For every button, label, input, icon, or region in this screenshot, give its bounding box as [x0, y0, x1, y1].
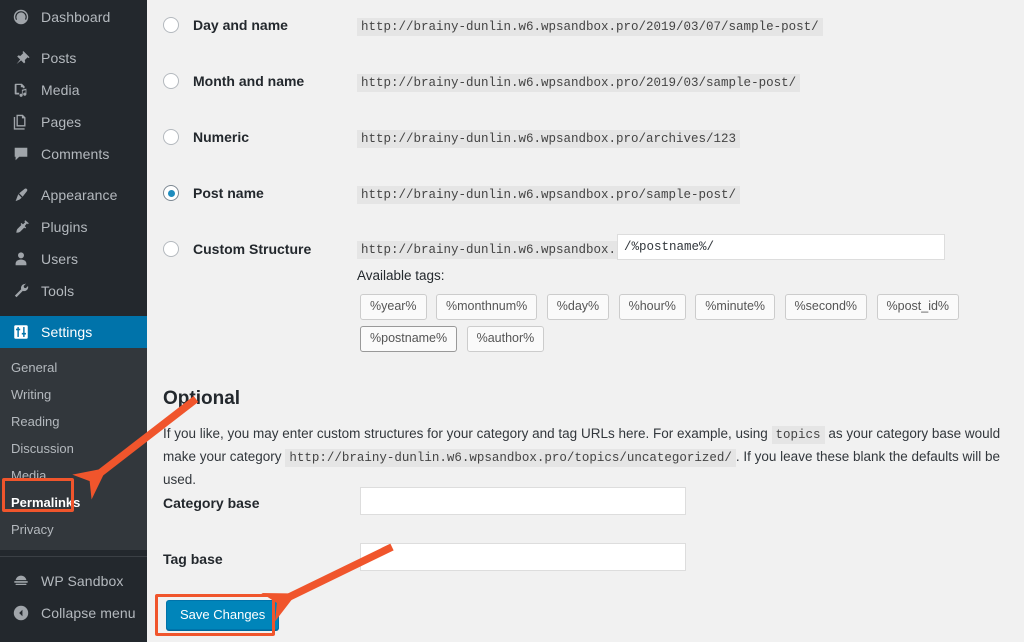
sidebar-divider — [0, 33, 147, 42]
sidebar-item-media[interactable]: Media — [0, 74, 147, 106]
pin-icon — [11, 48, 31, 68]
comment-icon — [11, 144, 31, 164]
sidebar-item-appearance[interactable]: Appearance — [0, 179, 147, 211]
settings-submenu: General Writing Reading Discussion Media… — [0, 348, 147, 550]
permalink-option-label: Day and name — [193, 17, 288, 33]
available-tags-label: Available tags: — [357, 268, 445, 283]
sidebar-subitem-discussion[interactable]: Discussion — [0, 435, 147, 462]
radio-post-name[interactable] — [163, 185, 179, 201]
sidebar-item-label: Settings — [41, 324, 93, 340]
radio-numeric[interactable] — [163, 129, 179, 145]
sidebar-item-label: Pages — [41, 114, 82, 130]
sidebar-subitem-writing[interactable]: Writing — [0, 381, 147, 408]
sidebar-item-label: Posts — [41, 50, 77, 66]
permalink-url-numeric: http://brainy-dunlin.w6.wpsandbox.pro/ar… — [357, 130, 741, 148]
sliders-icon — [11, 322, 31, 342]
sidebar-item-users[interactable]: Users — [0, 243, 147, 275]
tag-button-minute[interactable]: %minute% — [695, 294, 776, 320]
wordpress-admin-screen: Dashboard Posts Media Pages Comments App… — [0, 0, 1024, 642]
tag-button-monthnum[interactable]: %monthnum% — [436, 294, 538, 320]
sidebar-item-label: Collapse menu — [41, 605, 136, 621]
permalink-url-custom-structure-prefix: http://brainy-dunlin.w6.wpsandbox.pro — [357, 241, 643, 259]
sidebar-subitem-general[interactable]: General — [0, 354, 147, 381]
sidebar-item-wp-sandbox[interactable]: WP Sandbox — [0, 565, 147, 597]
sidebar-secondary-menu: WP Sandbox Collapse menu — [0, 556, 147, 629]
permalink-option-month-and-name[interactable]: Month and name — [163, 73, 304, 89]
sidebar-divider — [0, 170, 147, 179]
tag-button-post-id[interactable]: %post_id% — [876, 294, 960, 320]
code-example-url: http://brainy-dunlin.w6.wpsandbox.pro/to… — [285, 449, 736, 467]
page-icon — [11, 112, 31, 132]
optional-section-heading: Optional — [163, 388, 241, 409]
permalink-option-label: Custom Structure — [193, 241, 312, 257]
optional-text-part1: If you like, you may enter custom struct… — [163, 426, 768, 441]
custom-structure-input[interactable] — [617, 234, 945, 260]
sidebar-subitem-permalinks[interactable]: Permalinks — [0, 489, 147, 516]
paintbrush-icon — [11, 185, 31, 205]
sidebar-item-pages[interactable]: Pages — [0, 106, 147, 138]
sidebar-item-label: Comments — [41, 146, 110, 162]
permalink-option-label: Numeric — [193, 129, 250, 145]
permalink-url-month-and-name: http://brainy-dunlin.w6.wpsandbox.pro/20… — [357, 74, 801, 92]
sidebar-subitem-reading[interactable]: Reading — [0, 408, 147, 435]
tag-base-label: Tag base — [163, 551, 223, 567]
tag-button-author[interactable]: %author% — [466, 326, 545, 352]
permalink-option-numeric[interactable]: Numeric — [163, 129, 249, 145]
sidebar-item-comments[interactable]: Comments — [0, 138, 147, 170]
radio-custom-structure[interactable] — [163, 241, 179, 257]
sidebar-subitem-media[interactable]: Media — [0, 462, 147, 489]
sidebar-item-dashboard[interactable]: Dashboard — [0, 1, 147, 33]
sidebar-item-label: Dashboard — [41, 9, 111, 25]
available-tags-list: %year% %monthnum% %day% %hour% %minute% … — [360, 294, 1024, 358]
sidebar-item-label: Users — [41, 251, 79, 267]
permalink-url-day-and-name: http://brainy-dunlin.w6.wpsandbox.pro/20… — [357, 18, 823, 36]
category-base-input[interactable] — [360, 487, 686, 515]
save-changes-button[interactable]: Save Changes — [166, 600, 280, 630]
sidebar-item-label: Tools — [41, 283, 75, 299]
wrench-icon — [11, 281, 31, 301]
collapse-arrow-icon — [11, 603, 31, 623]
sandbox-icon — [11, 571, 31, 591]
category-base-label: Category base — [163, 495, 260, 511]
admin-sidebar: Dashboard Posts Media Pages Comments App… — [0, 0, 155, 642]
tag-base-input[interactable] — [360, 543, 686, 571]
tag-button-year[interactable]: %year% — [360, 294, 427, 320]
sidebar-item-plugins[interactable]: Plugins — [0, 211, 147, 243]
radio-month-and-name[interactable] — [163, 73, 179, 89]
dashboard-icon — [11, 7, 31, 27]
sidebar-item-tools[interactable]: Tools — [0, 275, 147, 307]
permalink-option-label: Month and name — [193, 73, 305, 89]
sidebar-item-label: Media — [41, 82, 80, 98]
code-topics: topics — [771, 426, 825, 444]
optional-description: If you like, you may enter custom struct… — [163, 423, 1013, 491]
tag-button-second[interactable]: %second% — [784, 294, 868, 320]
sidebar-item-label: Plugins — [41, 219, 88, 235]
plug-icon — [11, 217, 31, 237]
tag-button-postname[interactable]: %postname% — [360, 326, 458, 352]
tag-button-hour[interactable]: %hour% — [618, 294, 686, 320]
tag-button-day[interactable]: %day% — [546, 294, 610, 320]
sidebar-item-settings[interactable]: Settings — [0, 316, 155, 348]
sidebar-item-label: WP Sandbox — [41, 573, 124, 589]
sidebar-item-collapse-menu[interactable]: Collapse menu — [0, 597, 147, 629]
sidebar-divider — [0, 307, 147, 316]
sidebar-item-label: Appearance — [41, 187, 118, 203]
permalink-option-post-name[interactable]: Post name — [163, 185, 264, 201]
sidebar-subitem-privacy[interactable]: Privacy — [0, 516, 147, 543]
permalink-url-post-name: http://brainy-dunlin.w6.wpsandbox.pro/sa… — [357, 186, 741, 204]
sidebar-primary-menu: Dashboard Posts Media Pages Comments App… — [0, 0, 155, 348]
user-icon — [11, 249, 31, 269]
permalink-option-custom-structure[interactable]: Custom Structure — [163, 241, 311, 257]
permalink-option-label: Post name — [193, 185, 264, 201]
radio-day-and-name[interactable] — [163, 17, 179, 33]
sidebar-item-posts[interactable]: Posts — [0, 42, 147, 74]
permalink-option-day-and-name[interactable]: Day and name — [163, 17, 288, 33]
permalink-settings-content: Day and name http://brainy-dunlin.w6.wps… — [147, 0, 1024, 642]
media-icon — [11, 80, 31, 100]
